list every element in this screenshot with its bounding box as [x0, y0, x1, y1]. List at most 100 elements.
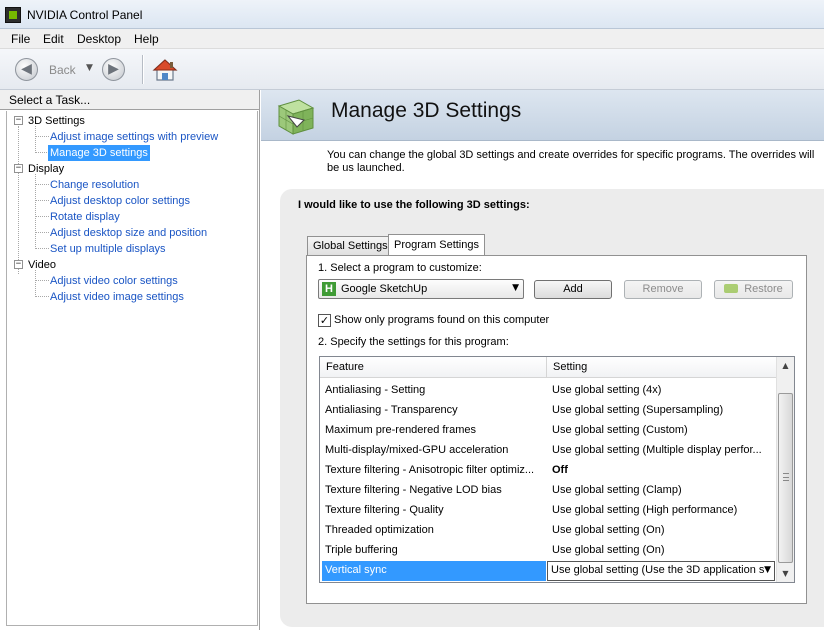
task-video-image[interactable]: Adjust video image settings: [50, 290, 184, 304]
home-icon[interactable]: [152, 57, 178, 83]
setting-dropdown[interactable]: Use global setting (Use the 3D applicati…: [547, 561, 775, 581]
program-select-value: Google SketchUp: [341, 283, 428, 295]
remove-button[interactable]: Remove: [624, 280, 702, 299]
nvidia-control-panel-window: NVIDIA Control Panel File Edit Desktop H…: [0, 0, 824, 630]
scroll-grip-icon: [783, 473, 789, 481]
setting-cell: Use global setting (On): [552, 544, 665, 556]
setting-cell: Off: [552, 464, 568, 476]
task-rotate-display[interactable]: Rotate display: [50, 210, 120, 224]
setting-cell: Use global setting (Supersampling): [552, 404, 724, 416]
menu-help[interactable]: Help: [134, 32, 159, 46]
menu-edit[interactable]: Edit: [43, 32, 64, 46]
restore-button-label: Restore: [744, 283, 783, 295]
tree-line: [35, 248, 49, 249]
add-button[interactable]: Add: [534, 280, 612, 299]
tree-line: [35, 200, 49, 201]
tree-node-3d-settings[interactable]: 3D Settings: [28, 114, 85, 128]
feature-cell: Vertical sync: [322, 561, 546, 581]
setting-cell: Use global setting (High performance): [552, 504, 738, 516]
forward-arrow-icon[interactable]: ▶: [102, 58, 125, 81]
menu-bar: File Edit Desktop Help: [0, 29, 824, 49]
column-header-setting[interactable]: Setting: [553, 361, 587, 373]
feature-cell: Antialiasing - Setting: [325, 384, 426, 396]
tab-global-settings[interactable]: Global Settings: [307, 236, 394, 255]
tree-line: [35, 152, 49, 153]
show-only-found-label[interactable]: Show only programs found on this compute…: [334, 314, 549, 326]
setting-cell: Use global setting (On): [552, 524, 665, 536]
3d-cube-icon: [277, 99, 315, 135]
program-settings-tab-content: 1. Select a program to customize: H Goog…: [306, 255, 807, 604]
tree-line: [35, 126, 36, 153]
table-row[interactable]: Multi-display/mixed-GPU acceleration Use …: [320, 441, 776, 461]
title-bar: NVIDIA Control Panel: [0, 0, 824, 29]
page-description: You can change the global 3D settings an…: [327, 149, 815, 174]
table-row[interactable]: Texture filtering - Anisotropic filter o…: [320, 461, 776, 481]
setting-dropdown-value: Use global setting (Use the 3D applicati…: [551, 564, 765, 576]
page-banner: Manage 3D Settings: [261, 90, 824, 141]
step1-label: 1. Select a program to customize:: [318, 262, 482, 274]
toolbar: ◀ Back ▼ ▶: [0, 49, 824, 90]
table-header: Feature Setting: [320, 357, 776, 378]
task-adjust-desktop-color[interactable]: Adjust desktop color settings: [50, 194, 190, 208]
feature-cell: Threaded optimization: [325, 524, 434, 536]
tab-program-settings[interactable]: Program Settings: [388, 234, 485, 256]
dropdown-arrow-icon[interactable]: ▼: [764, 565, 771, 575]
table-row[interactable]: Texture filtering - Negative LOD bias Use…: [320, 481, 776, 501]
dropdown-arrow-icon: ▼: [512, 283, 519, 293]
task-video-color[interactable]: Adjust video color settings: [50, 274, 178, 288]
menu-file[interactable]: File: [11, 32, 30, 46]
sketchup-program-icon: H: [322, 282, 336, 296]
tree-line: [35, 174, 36, 249]
table-row[interactable]: Texture filtering - Quality Use global se…: [320, 501, 776, 521]
settings-panel: I would like to use the following 3D set…: [280, 189, 824, 627]
task-adjust-image-settings[interactable]: Adjust image settings with preview: [50, 130, 218, 144]
table-row[interactable]: Antialiasing - Transparency Use global se…: [320, 401, 776, 421]
setting-cell: Use global setting (Clamp): [552, 484, 682, 496]
setting-cell: Use global setting (Custom): [552, 424, 688, 436]
tree-node-display[interactable]: Display: [28, 162, 64, 176]
back-history-dropdown-icon[interactable]: ▼: [86, 63, 93, 73]
back-arrow-icon[interactable]: ◀: [15, 58, 38, 81]
task-change-resolution[interactable]: Change resolution: [50, 178, 139, 192]
task-manage-3d-settings[interactable]: Manage 3D settings: [48, 145, 150, 161]
restore-button[interactable]: Restore: [714, 280, 793, 299]
collapse-video-icon[interactable]: −: [14, 260, 23, 269]
table-row[interactable]: Maximum pre-rendered frames Use global se…: [320, 421, 776, 441]
table-row[interactable]: Triple buffering Use global setting (On): [320, 541, 776, 561]
table-row[interactable]: Threaded optimization Use global setting …: [320, 521, 776, 541]
task-pane: Select a Task... − 3D Settings Adjust im…: [0, 90, 260, 630]
vertical-scrollbar[interactable]: ▲ ▼: [776, 357, 794, 582]
feature-cell: Texture filtering - Negative LOD bias: [325, 484, 502, 496]
tree-line: [35, 270, 36, 297]
feature-cell: Maximum pre-rendered frames: [325, 424, 476, 436]
task-pane-header: Select a Task...: [0, 90, 259, 110]
column-header-feature[interactable]: Feature: [326, 361, 364, 373]
collapse-3d-settings-icon[interactable]: −: [14, 116, 23, 125]
menu-desktop[interactable]: Desktop: [77, 32, 121, 46]
scroll-down-arrow-icon[interactable]: ▼: [777, 565, 794, 582]
scrollbar-thumb[interactable]: [778, 393, 793, 563]
table-row-selected[interactable]: Vertical sync Use global setting (Use th…: [320, 561, 776, 581]
task-multiple-displays[interactable]: Set up multiple displays: [50, 242, 166, 256]
nvidia-logo-icon: [724, 284, 739, 293]
collapse-display-icon[interactable]: −: [14, 164, 23, 173]
tree-line: [35, 136, 49, 137]
tree-line: [35, 232, 49, 233]
tree-line: [35, 184, 49, 185]
setting-cell: Use global setting (Multiple display per…: [552, 444, 762, 456]
tree-node-video[interactable]: Video: [28, 258, 56, 272]
table-row[interactable]: Antialiasing - Setting Use global setting…: [320, 381, 776, 401]
task-adjust-desktop-size[interactable]: Adjust desktop size and position: [50, 226, 207, 240]
tree-line: [18, 126, 19, 274]
column-divider: [546, 357, 547, 378]
feature-cell: Antialiasing - Transparency: [325, 404, 458, 416]
scroll-up-arrow-icon[interactable]: ▲: [777, 357, 794, 374]
program-select-dropdown[interactable]: H Google SketchUp ▼: [318, 279, 524, 299]
back-button-label[interactable]: Back: [49, 63, 76, 77]
tree-line: [35, 296, 49, 297]
page-title: Manage 3D Settings: [331, 99, 522, 122]
step2-label: 2. Specify the settings for this program…: [318, 336, 509, 348]
settings-table: Feature Setting Antialiasing - Setting Us…: [319, 356, 795, 583]
window-title: NVIDIA Control Panel: [27, 8, 143, 22]
show-only-found-checkbox[interactable]: ✓: [318, 314, 331, 327]
